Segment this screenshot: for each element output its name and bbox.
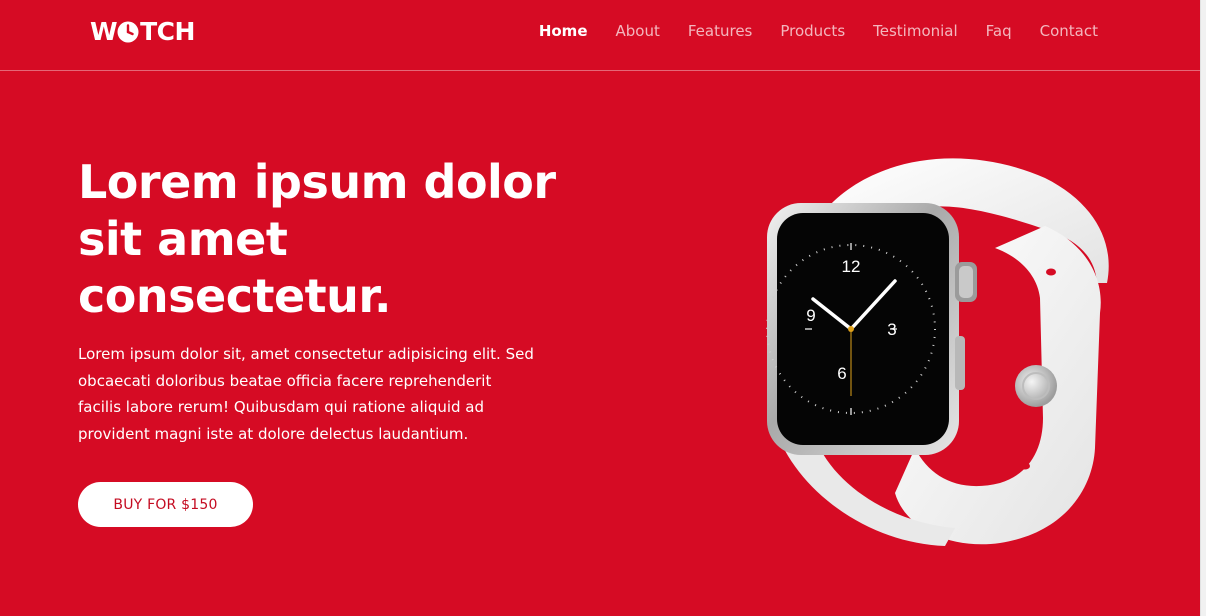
nav-link-features[interactable]: Features <box>688 20 753 42</box>
landing-page: W TCH Home About Features Products Testi… <box>0 0 1200 616</box>
brand-logo[interactable]: W TCH <box>90 17 195 47</box>
dial-number-6: 6 <box>837 364 846 383</box>
logo-letter-w: W <box>90 17 118 46</box>
hero-description-line-2: obcaecati doloribus beatae officia facer… <box>78 371 492 390</box>
nav-link-testimonial[interactable]: Testimonial <box>873 20 958 42</box>
logo-letters-tch: TCH <box>140 17 195 46</box>
main-nav: Home About Features Products Testimonial… <box>539 20 1098 42</box>
hero-description-line-4: provident magni iste at dolore delectus … <box>78 424 469 443</box>
hero-description: Lorem ipsum dolor sit, amet consectetur … <box>78 341 618 447</box>
buy-button[interactable]: BUY FOR $150 <box>78 482 253 527</box>
hero-title: Lorem ipsum dolor sit amet consectetur. <box>78 154 638 325</box>
smartwatch-image: 12 3 6 9 <box>755 148 1120 548</box>
hero-title-line-2: sit amet <box>78 212 288 266</box>
hero-description-line-1: Lorem ipsum dolor sit, amet consectetur … <box>78 345 534 363</box>
hero-title-line-3: consectetur. <box>78 269 392 323</box>
dial-number-9: 9 <box>806 306 815 325</box>
hero-title-line-1: Lorem ipsum dolor <box>78 155 556 209</box>
dial-number-3: 3 <box>887 320 896 339</box>
nav-link-faq[interactable]: Faq <box>986 20 1012 42</box>
nav-link-contact[interactable]: Contact <box>1040 20 1098 42</box>
nav-link-products[interactable]: Products <box>780 20 845 42</box>
hero-description-line-3: facilis labore rerum! Quibusdam qui rati… <box>78 398 485 416</box>
nav-link-home[interactable]: Home <box>539 20 588 42</box>
clock-icon <box>117 21 139 43</box>
window-edge <box>1200 0 1206 616</box>
nav-link-about[interactable]: About <box>616 20 660 42</box>
dial-number-12: 12 <box>842 257 861 276</box>
site-header: W TCH Home About Features Products Testi… <box>0 0 1200 71</box>
